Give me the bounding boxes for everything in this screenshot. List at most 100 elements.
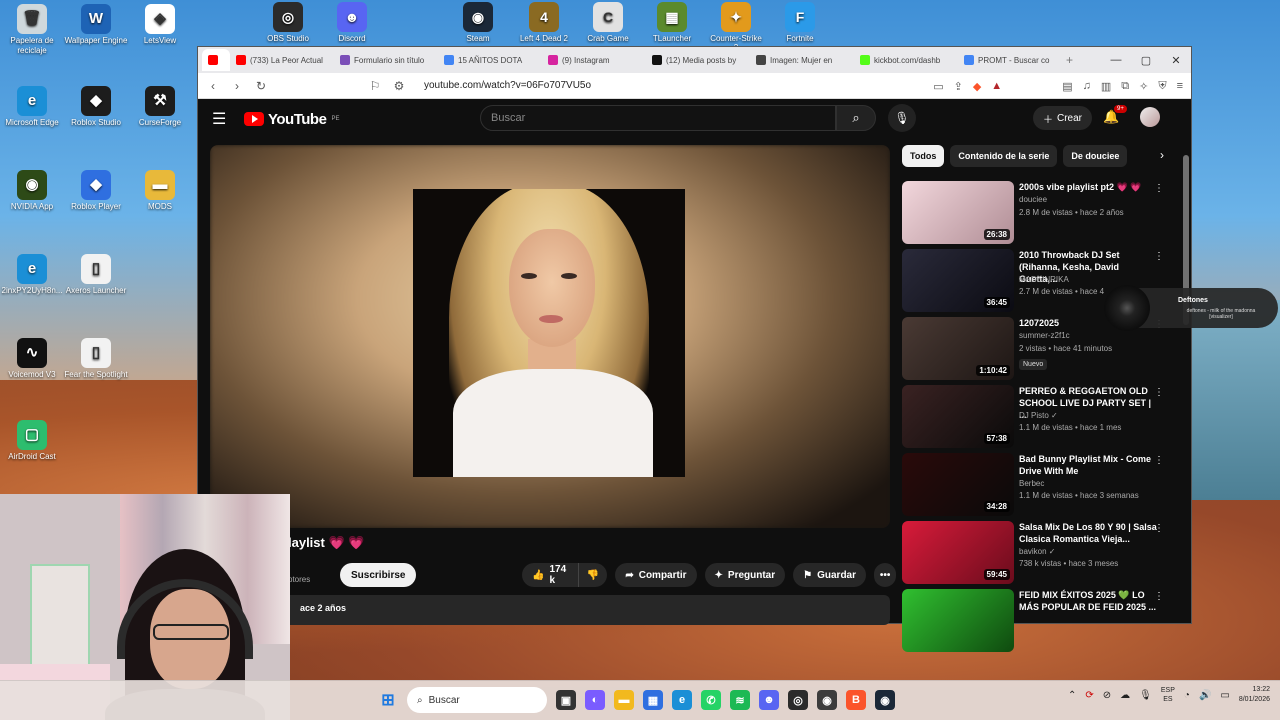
- microsoft-store-icon[interactable]: ▦: [643, 690, 663, 710]
- volume-icon[interactable]: 🔊: [1199, 690, 1211, 701]
- youtube-logo[interactable]: YouTube PE: [244, 111, 339, 128]
- video-thumbnail[interactable]: 1:10:42: [902, 317, 1014, 380]
- close-icon[interactable]: ✕: [1161, 47, 1191, 73]
- more-vert-icon[interactable]: ⋮: [1154, 591, 1164, 602]
- more-actions-icon[interactable]: •••: [874, 563, 897, 587]
- desktop-icon[interactable]: ▬ MODS: [128, 170, 192, 212]
- filter-chip[interactable]: Todos: [902, 145, 945, 167]
- back-icon[interactable]: ‹: [206, 79, 220, 93]
- share-icon[interactable]: ⇪: [954, 80, 963, 93]
- recommendation-item[interactable]: 57:38 PERREO & REGGAETON OLD SCHOOL LIVE …: [902, 385, 1182, 449]
- desktop-icon[interactable]: ▦ TLauncher: [644, 2, 700, 43]
- subscribe-button[interactable]: Suscribirse: [340, 563, 417, 587]
- more-vert-icon[interactable]: ⋮: [1154, 455, 1164, 466]
- browser-tab[interactable]: Imagen: Mujer en: [750, 49, 854, 71]
- menu-icon[interactable]: ≡: [1177, 80, 1183, 92]
- leo-icon[interactable]: ✧: [1139, 80, 1148, 93]
- desktop-icon[interactable]: ◆ Roblox Studio: [64, 86, 128, 128]
- recommendation-title[interactable]: Bad Bunny Playlist Mix - Come Drive With…: [1019, 453, 1159, 477]
- desktop-icon[interactable]: ◉ NVIDIA App: [0, 170, 64, 212]
- desktop-icon[interactable]: W Wallpaper Engine: [64, 4, 128, 46]
- desktop-icon[interactable]: ▢ AirDroid Cast: [0, 420, 64, 462]
- language-indicator[interactable]: ESP ES: [1161, 686, 1175, 704]
- video-thumbnail[interactable]: 26:38: [902, 181, 1014, 244]
- recommendation-title[interactable]: 2000s vibe playlist pt2 💗 💗: [1019, 181, 1159, 193]
- desktop-icon[interactable]: ◆ Roblox Player: [64, 170, 128, 212]
- network-off-icon[interactable]: ⊘: [1103, 690, 1111, 701]
- minimize-icon[interactable]: —: [1101, 47, 1131, 73]
- desktop-icon[interactable]: ◉ Steam: [450, 2, 506, 43]
- recommendation-item[interactable]: 26:38 2000s vibe playlist pt2 💗 💗 douciee 2…: [902, 181, 1182, 245]
- taskbar-search[interactable]: ⌕ Buscar: [407, 687, 547, 713]
- microphone-icon[interactable]: 🎙: [1139, 690, 1152, 701]
- brave-icon[interactable]: B: [846, 690, 866, 710]
- music-miniplayer[interactable]: Deftones deftones - milk of the madonna …: [1104, 285, 1278, 331]
- cast-icon[interactable]: ▭: [933, 80, 943, 93]
- media-icon[interactable]: ♫: [1083, 80, 1091, 92]
- browser-tab[interactable]: (9) Instagram: [542, 49, 646, 71]
- copilot-icon[interactable]: ◐: [585, 690, 605, 710]
- desktop-icon[interactable]: ▯ Axeros Launcher: [64, 254, 128, 296]
- task-view-icon[interactable]: ▣: [556, 690, 576, 710]
- more-vert-icon[interactable]: ⋮: [1154, 251, 1164, 262]
- whatsapp-icon[interactable]: ✆: [701, 690, 721, 710]
- microphone-icon[interactable]: 🎙: [888, 104, 916, 132]
- video-thumbnail[interactable]: 57:38: [902, 385, 1014, 448]
- brave-shield-icon[interactable]: ◆: [973, 80, 981, 93]
- file-explorer-icon[interactable]: ▬: [614, 690, 634, 710]
- desktop-icon[interactable]: ◎ OBS Studio: [260, 2, 316, 43]
- start-menu-icon[interactable]: ⊞: [378, 690, 398, 710]
- video-player[interactable]: [210, 145, 890, 528]
- browser-tab[interactable]: [202, 49, 230, 71]
- desktop-icon[interactable]: ⚒ CurseForge: [128, 86, 192, 128]
- create-button[interactable]: ＋ Crear: [1033, 106, 1093, 130]
- desktop-icon[interactable]: ▯ Fear the Spotlight: [64, 338, 128, 380]
- reader-icon[interactable]: ▤: [1062, 80, 1072, 93]
- site-info-icon[interactable]: ⚙: [392, 79, 406, 93]
- reload-icon[interactable]: ↻: [254, 79, 268, 93]
- forward-icon[interactable]: ›: [230, 79, 244, 93]
- browser-tab[interactable]: 15 AÑITOS DOTA: [438, 49, 542, 71]
- desktop-icon[interactable]: F Fortnite: [772, 2, 828, 43]
- spotify-icon[interactable]: ≋: [730, 690, 750, 710]
- like-button[interactable]: 👍 174 k: [522, 563, 579, 587]
- discord-icon[interactable]: ☻: [759, 690, 779, 710]
- recommendation-item[interactable]: FEID MIX ÉXITOS 2025 💚 LO MÁS POPULAR DE…: [902, 589, 1182, 653]
- obs-icon[interactable]: ◎: [788, 690, 808, 710]
- tab-search-icon[interactable]: ⧉: [1121, 80, 1129, 93]
- search-input[interactable]: Buscar: [480, 105, 836, 131]
- hamburger-menu-icon[interactable]: ☰: [212, 109, 234, 129]
- desktop-icon[interactable]: e 2inxPY2UyH8n...: [0, 254, 64, 296]
- desktop-icon[interactable]: e Microsoft Edge: [0, 86, 64, 128]
- chevron-up-icon[interactable]: ⌃: [1068, 690, 1076, 701]
- desktop-icon[interactable]: C Crab Game: [580, 2, 636, 43]
- recommendation-item[interactable]: 59:45 Salsa Mix De Los 80 Y 90 | Salsa Cl…: [902, 521, 1182, 585]
- browser-tab[interactable]: kickbot.com/dashb: [854, 49, 958, 71]
- desktop-icon[interactable]: ✦Counter-Strike 2: [708, 2, 764, 52]
- chevron-right-icon[interactable]: ›: [1160, 148, 1164, 162]
- recommendation-item[interactable]: 34:28 Bad Bunny Playlist Mix - Come Drive…: [902, 453, 1182, 517]
- more-vert-icon[interactable]: ⋮: [1154, 387, 1164, 398]
- dislike-button[interactable]: 👎: [578, 563, 608, 587]
- clock[interactable]: 13:22 8/01/2026: [1239, 685, 1270, 705]
- app-icon[interactable]: ◉: [817, 690, 837, 710]
- video-thumbnail[interactable]: [902, 589, 1014, 652]
- search-icon[interactable]: ⌕: [836, 105, 876, 131]
- video-thumbnail[interactable]: 34:28: [902, 453, 1014, 516]
- channel-name[interactable]: MADEINRIKA: [1019, 275, 1069, 284]
- desktop-icon[interactable]: ◈ LetsView: [128, 4, 192, 46]
- desktop-icon[interactable]: ∿ Voicemod V3: [0, 338, 64, 380]
- desktop-icon[interactable]: ☻ Discord: [324, 2, 380, 43]
- recommendation-title[interactable]: Salsa Mix De Los 80 Y 90 | Salsa Clasica…: [1019, 521, 1159, 545]
- recommendation-title[interactable]: FEID MIX ÉXITOS 2025 💚 LO MÁS POPULAR DE…: [1019, 589, 1159, 613]
- cloud-icon[interactable]: ☁: [1120, 690, 1130, 701]
- share-button[interactable]: ➦ Compartir: [615, 563, 697, 587]
- edge-icon[interactable]: e: [672, 690, 692, 710]
- steam-icon[interactable]: ◉: [875, 690, 895, 710]
- save-button[interactable]: ⚑ Guardar: [793, 563, 867, 587]
- battery-icon[interactable]: ▭: [1220, 690, 1229, 701]
- wifi-icon[interactable]: ◔: [1184, 690, 1190, 701]
- address-bar[interactable]: youtube.com/watch?v=06Fo707VU5o: [424, 80, 591, 91]
- browser-tab[interactable]: PROMT - Buscar co: [958, 49, 1062, 71]
- channel-name[interactable]: summer-z2f1c: [1019, 331, 1070, 340]
